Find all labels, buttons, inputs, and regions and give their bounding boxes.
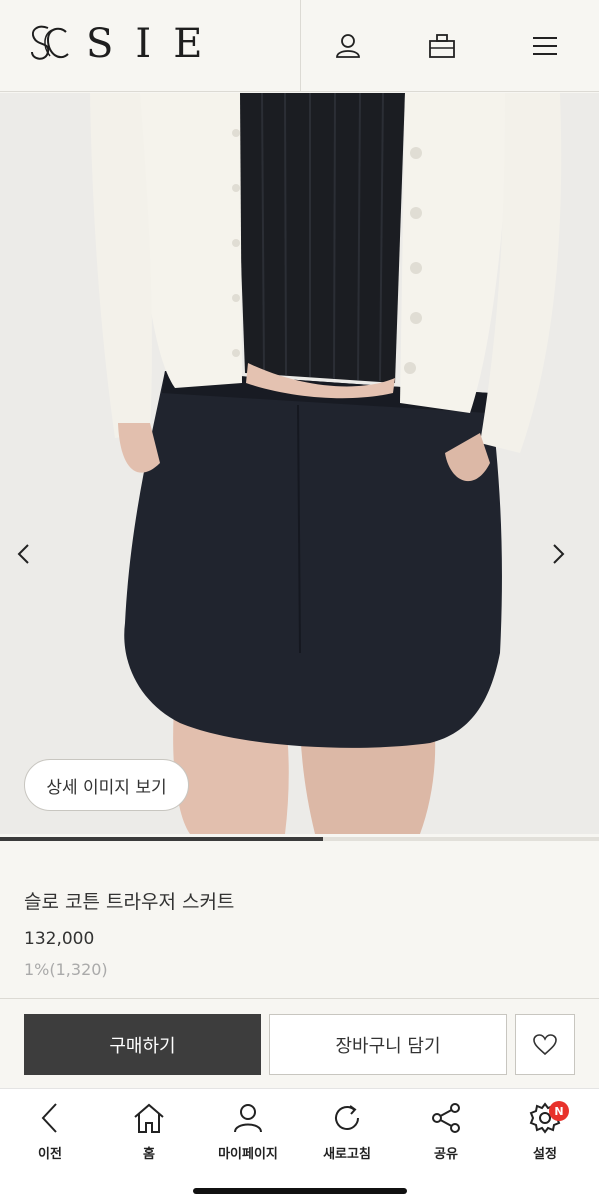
brand-name: SIE xyxy=(86,21,225,67)
nav-mypage[interactable]: 마이페이지 xyxy=(208,1099,288,1163)
menu-icon xyxy=(533,37,557,55)
account-button[interactable] xyxy=(328,26,368,66)
product-image-carousel[interactable] xyxy=(0,93,599,834)
wishlist-button[interactable] xyxy=(515,1014,575,1075)
refresh-icon xyxy=(335,1105,359,1130)
nav-back[interactable]: 이전 xyxy=(10,1099,90,1163)
nav-home[interactable]: 홈 xyxy=(109,1099,189,1163)
home-indicator xyxy=(193,1188,407,1194)
divider xyxy=(0,998,599,999)
add-to-cart-button[interactable]: 장바구니 담기 xyxy=(269,1014,507,1075)
bottom-navigation: 이전 홈 마이페이지 새로고침 공유 N 설정 xyxy=(0,1088,599,1200)
logo-mark-icon xyxy=(31,25,69,60)
chevron-left-icon xyxy=(17,544,29,564)
nav-back-label: 이전 xyxy=(38,1147,62,1162)
nav-settings-label: 설정 xyxy=(533,1147,557,1162)
shopping-bag-icon xyxy=(429,34,455,58)
buy-now-button[interactable]: 구매하기 xyxy=(24,1014,261,1075)
top-header: SIE xyxy=(0,0,599,92)
new-badge: N xyxy=(549,1101,569,1121)
user-icon xyxy=(336,34,360,58)
nav-share-label: 공유 xyxy=(434,1147,458,1162)
view-detail-images-button[interactable]: 상세 이미지 보기 xyxy=(24,759,189,811)
nav-settings[interactable]: N 설정 xyxy=(505,1099,585,1163)
carousel-progress-bar xyxy=(0,837,599,841)
user-icon xyxy=(234,1104,262,1133)
header-divider xyxy=(300,0,301,92)
carousel-progress-fill xyxy=(0,837,324,841)
product-name: 슬로 코튼 트라우저 스커트 xyxy=(24,891,235,913)
prev-image-button[interactable] xyxy=(16,543,46,583)
nav-refresh[interactable]: 새로고침 xyxy=(307,1099,387,1163)
chevron-right-icon xyxy=(553,544,565,564)
nav-refresh-label: 새로고침 xyxy=(323,1147,371,1162)
nav-mypage-label: 마이페이지 xyxy=(218,1147,278,1162)
product-price: 132,000 xyxy=(24,929,95,949)
cart-button[interactable] xyxy=(422,26,462,66)
back-arrow-icon xyxy=(41,1103,57,1133)
product-photo xyxy=(0,93,599,834)
brand-logo[interactable]: SIE xyxy=(26,21,286,67)
heart-icon xyxy=(533,1033,557,1055)
reward-points: 1%(1,320) xyxy=(24,960,108,979)
nav-home-label: 홈 xyxy=(143,1147,155,1162)
next-image-button[interactable] xyxy=(552,543,582,583)
nav-share[interactable]: 공유 xyxy=(406,1099,486,1163)
menu-button[interactable] xyxy=(525,26,565,66)
share-icon xyxy=(432,1103,460,1133)
home-icon xyxy=(134,1103,164,1133)
